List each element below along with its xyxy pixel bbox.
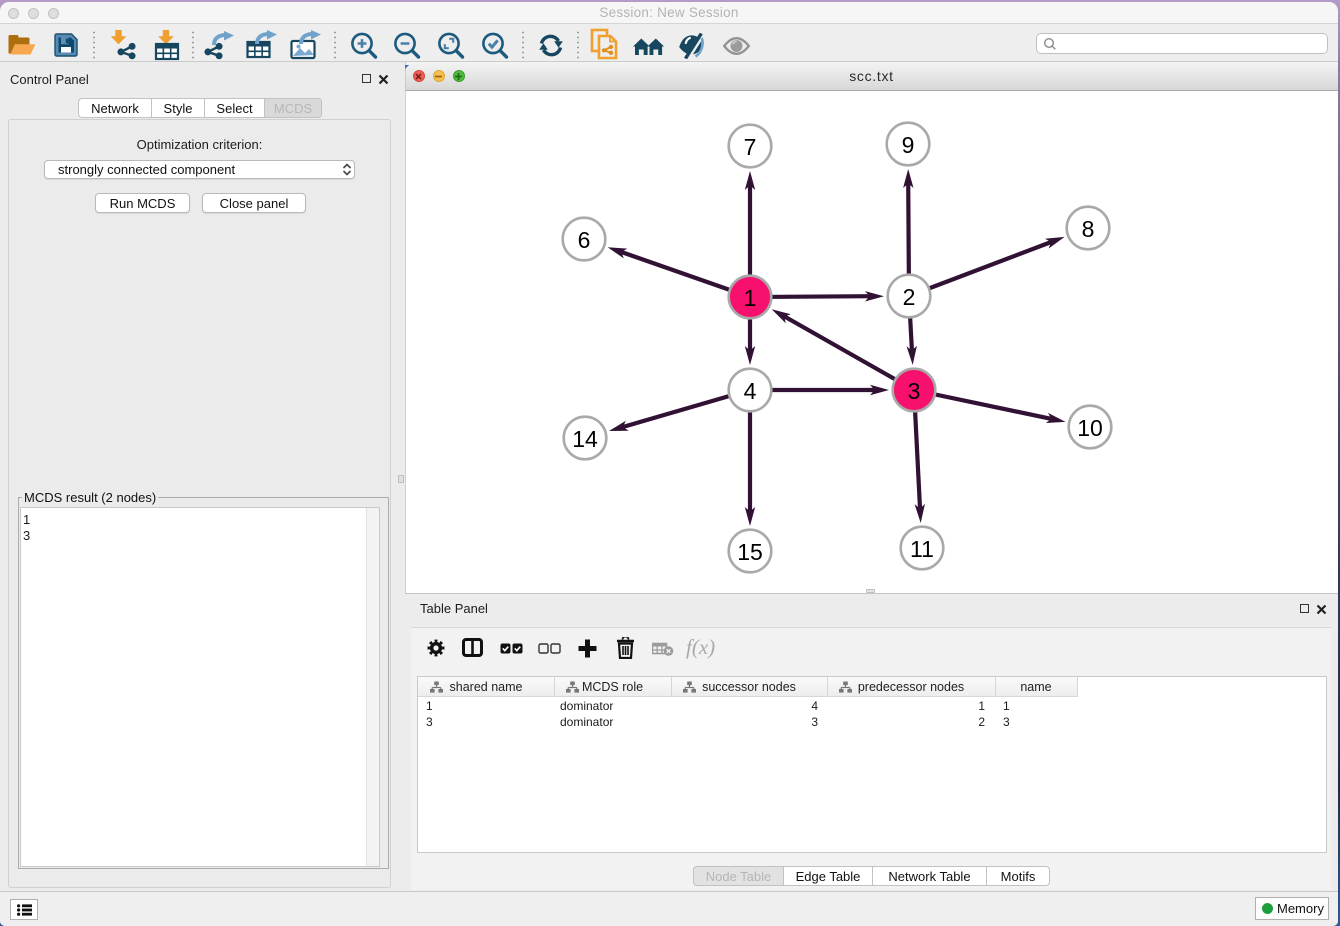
- svg-text:14: 14: [572, 426, 598, 452]
- svg-text:2: 2: [903, 284, 916, 310]
- svg-text:3: 3: [908, 378, 921, 404]
- svg-text:11: 11: [910, 536, 934, 562]
- svg-text:10: 10: [1077, 415, 1103, 441]
- svg-text:6: 6: [578, 227, 591, 253]
- svg-text:8: 8: [1082, 216, 1095, 242]
- svg-text:9: 9: [902, 132, 915, 158]
- svg-text:4: 4: [744, 378, 757, 404]
- svg-text:15: 15: [737, 539, 763, 565]
- svg-text:7: 7: [744, 134, 757, 160]
- svg-text:1: 1: [744, 285, 757, 311]
